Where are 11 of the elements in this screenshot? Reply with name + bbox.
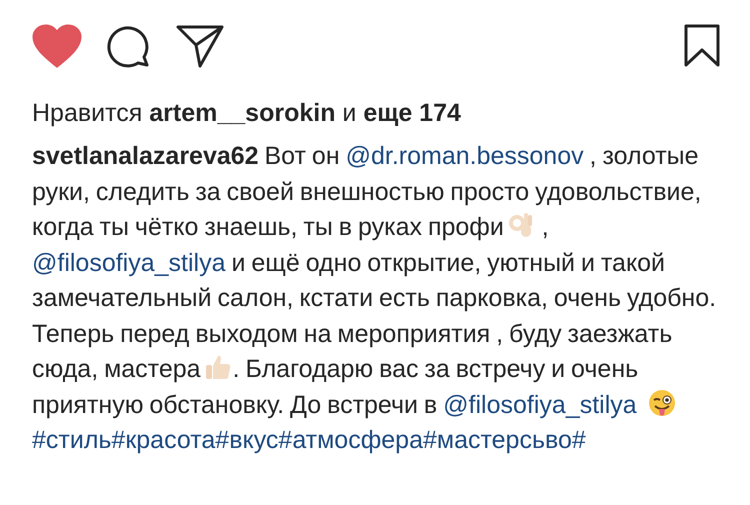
mention-link[interactable]: @dr.roman.bessonov [346,142,584,170]
username-link[interactable]: svetlanalazareva62 [32,142,259,170]
post-caption: svetlanalazareva62 Вот он @dr.roman.bessonov , золотые руки, следить за своей внешностью просто удовольствие, когда ты чётко знаешь, ты в руках профи , @filosofiya_stilya и ещё одно открытие, уютный и такой замечательный салон, кстати есть парковка, очень удобно. Теперь перед выходом на мероприятия , буду заезжать сюда, мастера . Благодарю вас за встречу и очень приятную обстановку. До встречи в @filosofiya_stilya #стиль#красота#вкус#атмосфера#мастерсьво# [32,141,718,456]
like-button[interactable] [32,24,82,68]
likes-count: Нравится artem__sorokin и еще 174 [32,98,462,129]
mention-link[interactable]: @filosofiya_stilya [32,248,226,276]
bookmark-button[interactable] [684,24,720,68]
share-button[interactable] [176,24,224,68]
hashtag-link[interactable]: #стиль#красота#вкус#атмосфера#мастерсьво# [32,426,586,454]
winking-face-icon [646,388,677,418]
mention-link[interactable]: @filosofiya_stilya [443,390,637,418]
